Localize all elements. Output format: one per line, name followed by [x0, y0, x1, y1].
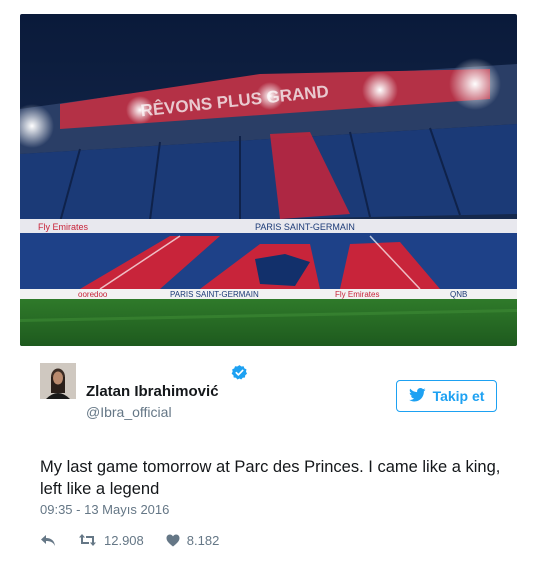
- tweet-text-line: left like a legend: [40, 480, 160, 498]
- reply-icon: [40, 534, 56, 547]
- like-count: 8.182: [186, 532, 220, 548]
- heart-icon: [166, 534, 180, 547]
- follow-button[interactable]: Takip et: [396, 380, 497, 412]
- follow-label: Takip et: [432, 388, 485, 404]
- middle-sponsor-text: Fly Emirates: [38, 222, 89, 232]
- lower-club-text: PARIS SAINT-GERMAIN: [170, 290, 259, 299]
- ooredoo-text: ooredoo: [78, 290, 108, 299]
- avatar[interactable]: [40, 363, 76, 399]
- reply-button[interactable]: [40, 534, 56, 547]
- tweet-photo[interactable]: RÊVONS PLUS GRAND Fly Emirates PARIS SAI…: [20, 14, 517, 346]
- tweet-actions: 12.908 8.182: [40, 530, 219, 550]
- author-handle[interactable]: @Ibra_official: [86, 404, 172, 420]
- tweet-text-line: My last game tomorrow at Parc des Prince…: [40, 458, 501, 476]
- like-button[interactable]: 8.182: [166, 532, 220, 548]
- verified-badge-icon: [231, 364, 248, 381]
- retweet-button[interactable]: 12.908: [78, 533, 144, 548]
- tweet-timestamp[interactable]: 09:35 - 13 Mayıs 2016: [40, 502, 169, 517]
- author-name[interactable]: Zlatan Ibrahimović: [86, 383, 219, 400]
- middle-club-text: PARIS SAINT-GERMAIN: [255, 222, 355, 232]
- bird-icon: [408, 387, 426, 405]
- lower-sponsor-text: Fly Emirates: [335, 290, 379, 299]
- tweet-text: My last game tomorrow at Parc des Prince…: [40, 456, 510, 500]
- retweet-count: 12.908: [104, 532, 144, 548]
- qnb-text: QNB: [450, 290, 467, 299]
- retweet-icon: [78, 533, 97, 547]
